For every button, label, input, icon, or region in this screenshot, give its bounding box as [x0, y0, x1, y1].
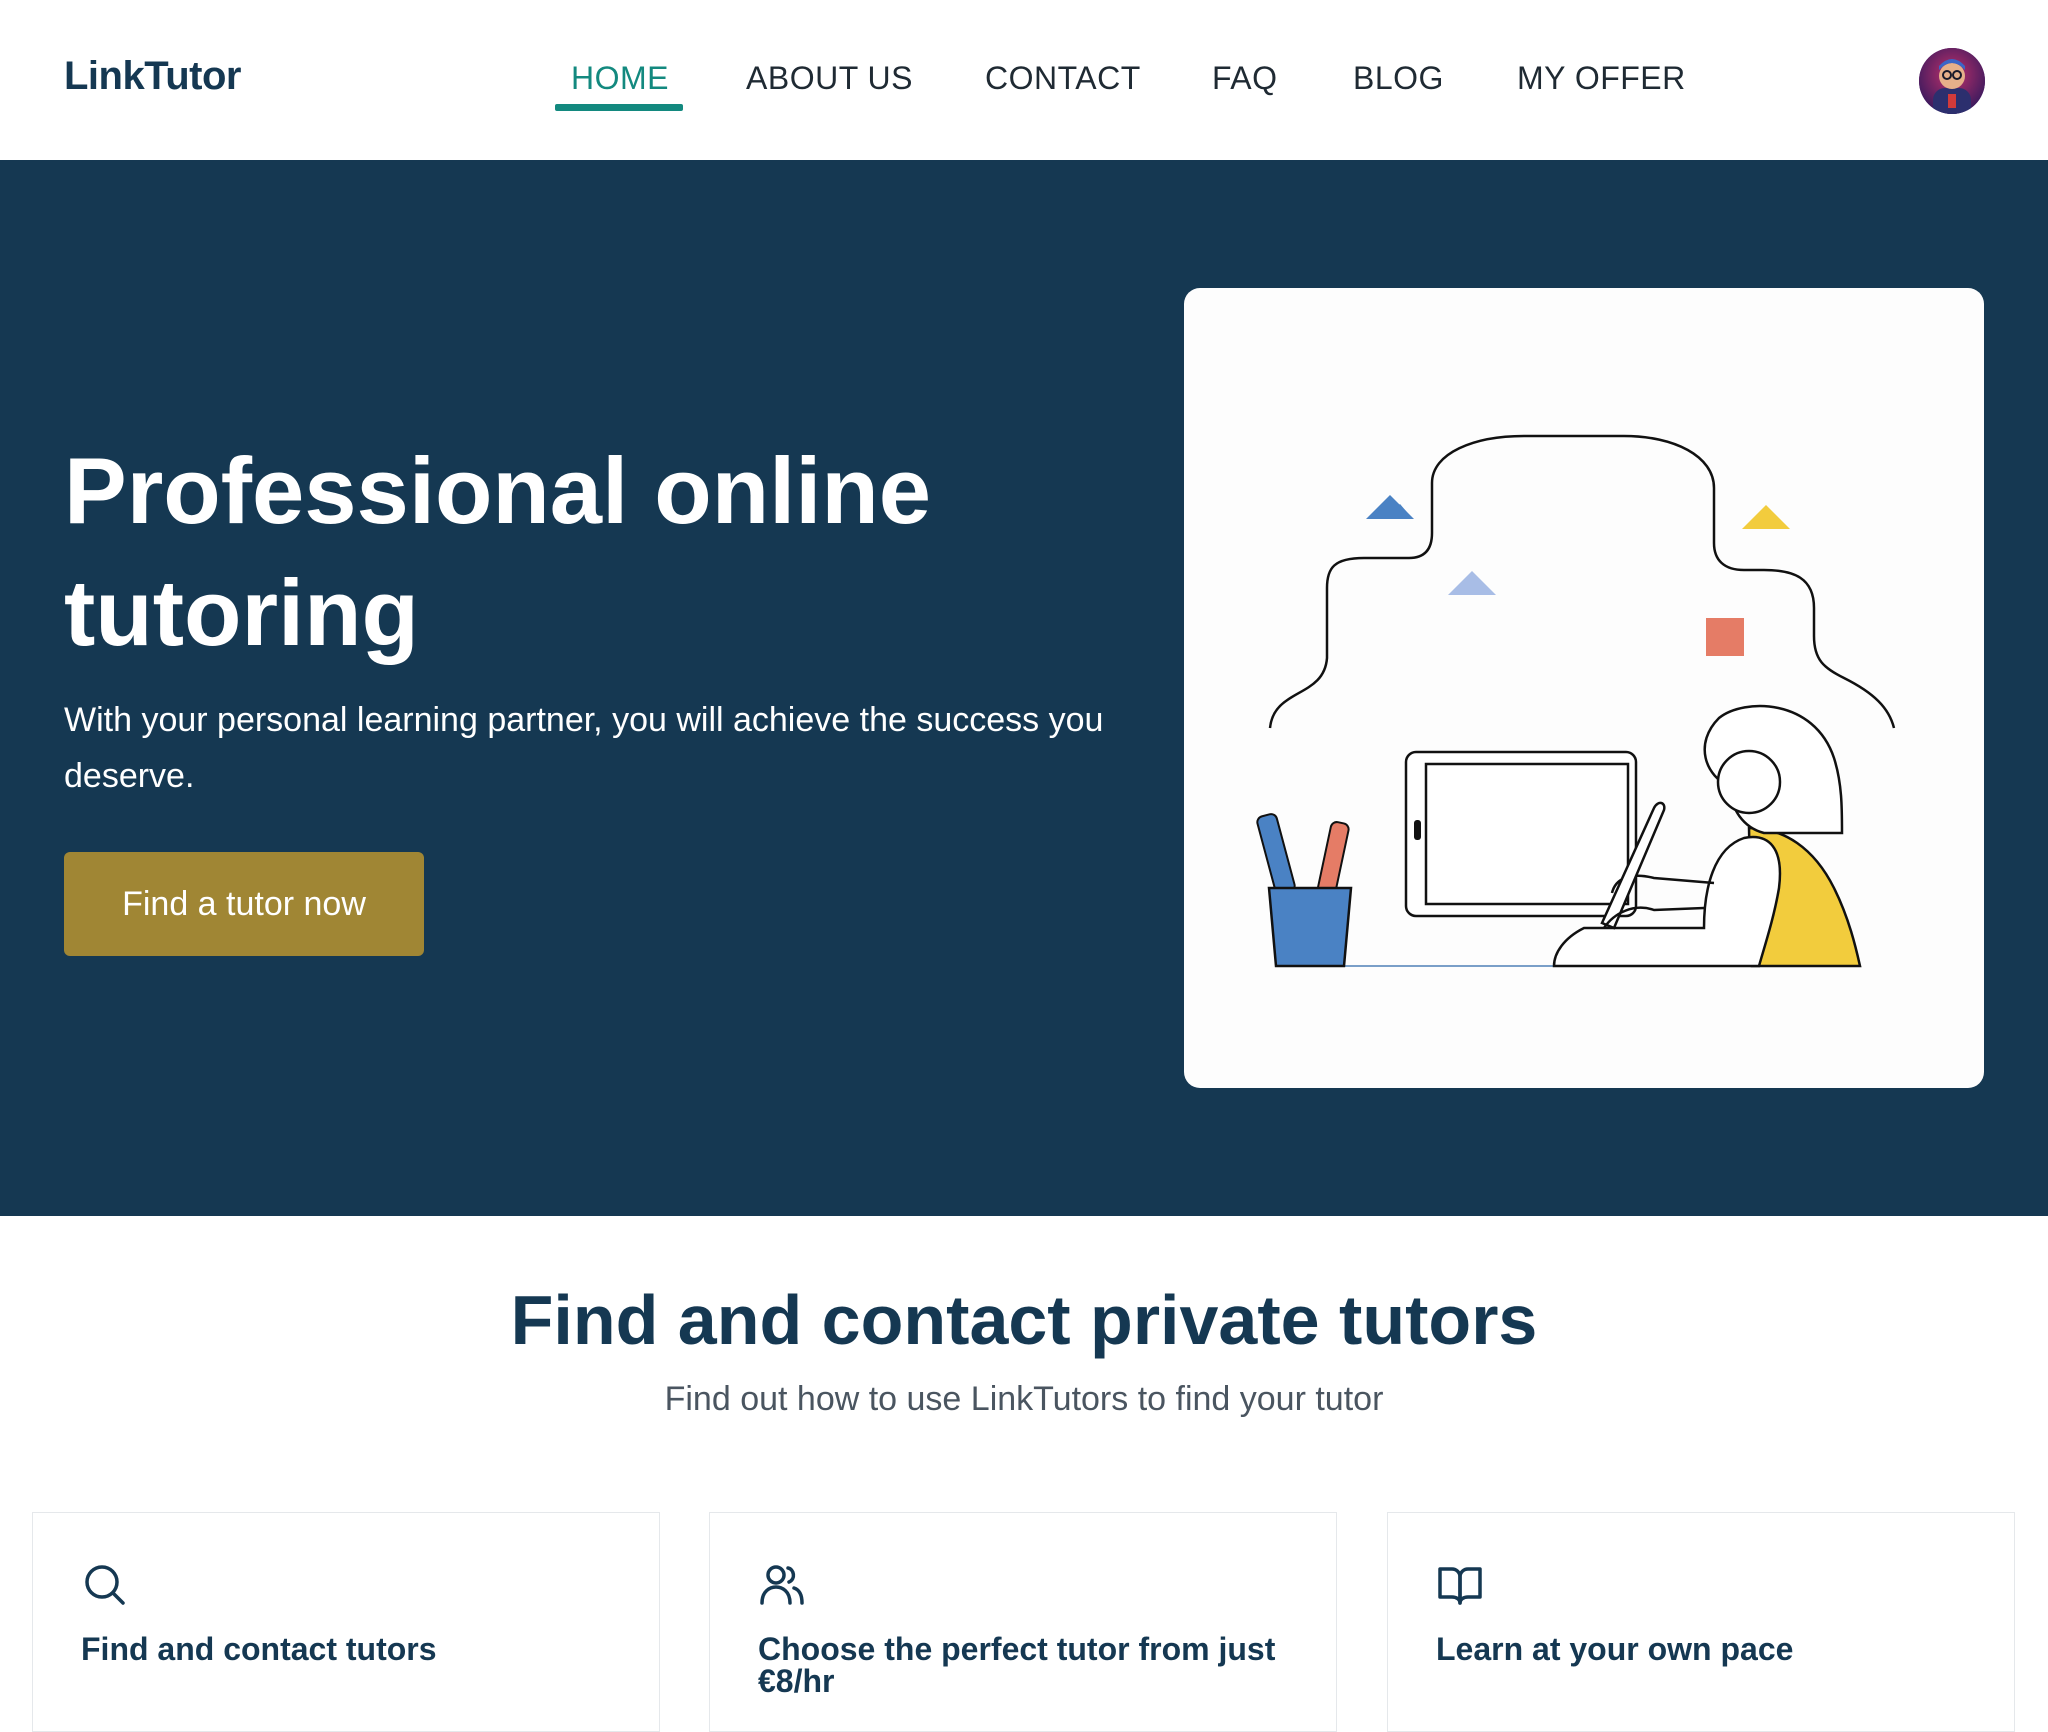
search-icon — [85, 1565, 125, 1605]
feature-card-learn[interactable]: Learn at your own pace — [1387, 1512, 2015, 1732]
feature-title: Learn at your own pace — [1436, 1631, 1794, 1667]
active-nav-indicator — [555, 104, 683, 111]
section-subtitle: Find out how to use LinkTutors to find y… — [664, 1380, 1384, 1418]
hero-illustration-card — [1184, 288, 1984, 1088]
hero-section: Professional online tutoring With your p… — [0, 160, 2048, 1216]
nav-my-offer[interactable]: MY OFFER — [1517, 60, 1686, 97]
nav-faq[interactable]: FAQ — [1212, 60, 1278, 97]
feature-card-find[interactable]: Find and contact tutors — [32, 1512, 660, 1732]
section-title: Find and contact private tutors — [510, 1281, 1538, 1359]
nav-home[interactable]: HOME — [571, 60, 669, 97]
nav-contact[interactable]: CONTACT — [985, 60, 1141, 97]
feature-title: Find and contact tutors — [81, 1631, 437, 1667]
find-tutor-button[interactable]: Find a tutor now — [64, 852, 424, 956]
users-icon — [760, 1565, 804, 1605]
feature-title: Choose the perfect tutor from just €8/hr — [758, 1631, 1276, 1699]
book-open-icon — [1438, 1567, 1482, 1605]
nav-about-us[interactable]: ABOUT US — [746, 60, 913, 97]
user-avatar[interactable] — [1919, 48, 1985, 114]
avatar-image — [1919, 48, 1985, 114]
nav-blog[interactable]: BLOG — [1353, 60, 1444, 97]
main-nav: HOME ABOUT US CONTACT FAQ BLOG MY OFFER — [0, 60, 2048, 120]
hero-title: Professional online tutoring — [64, 438, 932, 665]
hero-subtitle: With your personal learning partner, you… — [64, 701, 1104, 795]
feature-card-choose[interactable]: Choose the perfect tutor from just €8/hr — [709, 1512, 1337, 1732]
site-header: LinkTutor HOME ABOUT US CONTACT FAQ BLOG… — [0, 0, 2048, 160]
person-studying-illustration — [1256, 434, 1896, 968]
